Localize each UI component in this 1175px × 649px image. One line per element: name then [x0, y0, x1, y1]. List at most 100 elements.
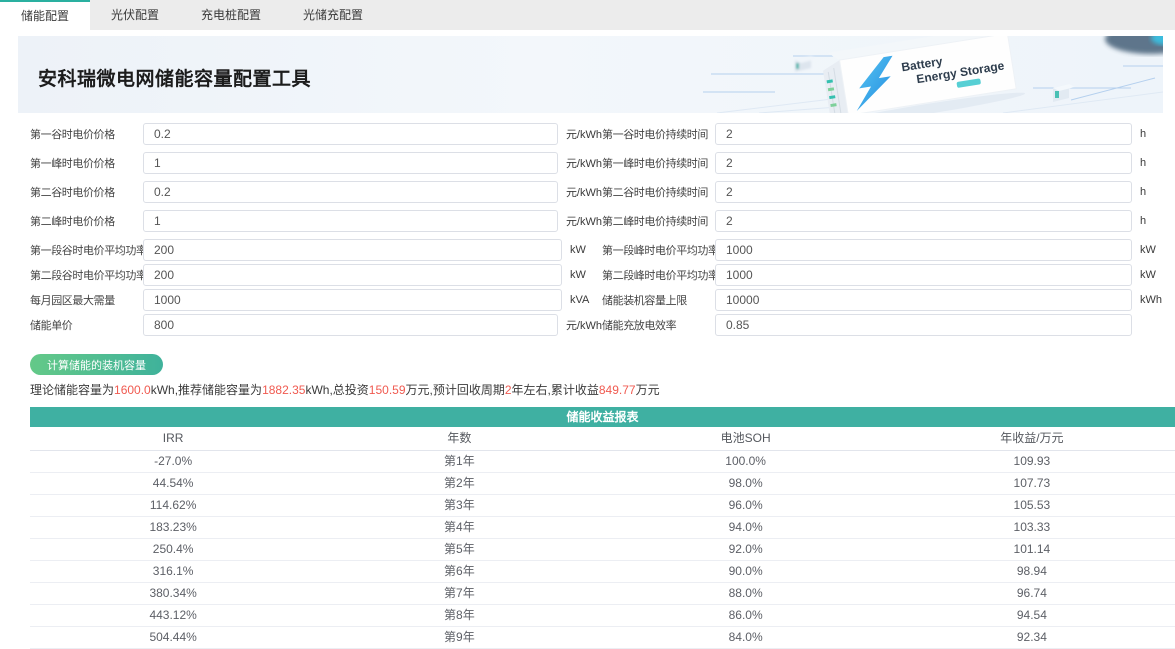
form-input[interactable] [715, 314, 1132, 336]
table-column-header: IRR [30, 427, 316, 450]
table-cell: 88.0% [603, 583, 889, 604]
table-column-header: 年数 [316, 427, 602, 450]
report-table: 储能收益报表 IRR年数电池SOH年收益/万元 -27.0%第1年100.0%1… [30, 407, 1175, 649]
table-cell: 105.53 [889, 495, 1175, 516]
result-value: 849.77 [599, 383, 636, 397]
table-cell: 第3年 [316, 495, 602, 516]
form-label: 第二峰时电价持续时间 [602, 213, 715, 229]
battery-storage-illustration: Battery Energy Storage [703, 36, 1163, 113]
result-text: 年左右,累计收益 [512, 383, 599, 397]
form-column-left: 第一谷时电价价格元/kWh第一峰时电价价格元/kWh第二谷时电价价格元/kWh第… [30, 123, 602, 339]
table-cell: 504.44% [30, 627, 316, 648]
table-row: 443.12%第8年86.0%94.54 [30, 605, 1175, 627]
table-cell: 84.0% [603, 627, 889, 648]
page-header: 安科瑞微电网储能容量配置工具 [18, 36, 1163, 113]
form-input[interactable] [143, 264, 562, 286]
table-row: 250.4%第5年92.0%101.14 [30, 539, 1175, 561]
result-value: 2 [505, 383, 512, 397]
form-label: 第二段峰时电价平均功率 [602, 267, 715, 283]
form-unit: kWh [1132, 294, 1172, 306]
table-column-header: 电池SOH [603, 427, 889, 450]
form-row: 第一段峰时电价平均功率kW [602, 239, 1172, 261]
form-input[interactable] [715, 264, 1132, 286]
form-row: 第一峰时电价价格 元/kWh [30, 152, 602, 174]
form-input[interactable] [143, 210, 558, 232]
table-cell: 第6年 [316, 561, 602, 582]
table-row: -27.0%第1年100.0%109.93 [30, 451, 1175, 473]
form-input[interactable] [715, 152, 1132, 174]
result-text: 万元,预计回收周期 [406, 383, 505, 397]
form-row: 储能充放电效率 [602, 314, 1172, 336]
table-row: 504.44%第9年84.0%92.34 [30, 627, 1175, 649]
form-input[interactable] [143, 239, 562, 261]
form-input[interactable] [715, 239, 1132, 261]
form-row: 第一谷时电价持续时间h [602, 123, 1172, 145]
calculation-result-text: 理论储能容量为1600.0kWh,推荐储能容量为1882.35kWh,总投资15… [30, 383, 1175, 397]
table-cell: 316.1% [30, 561, 316, 582]
form-unit: h [1132, 128, 1172, 140]
config-form: 第一谷时电价价格元/kWh第一峰时电价价格元/kWh第二谷时电价价格元/kWh第… [0, 113, 1175, 339]
form-label: 储能装机容量上限 [602, 292, 715, 308]
form-input[interactable] [143, 123, 558, 145]
table-body: -27.0%第1年100.0%109.9344.54%第2年98.0%107.7… [30, 451, 1175, 649]
tab-3[interactable]: 光储充配置 [282, 0, 384, 30]
form-unit: 元/kWh [558, 155, 602, 171]
form-unit: kW [562, 269, 602, 281]
table-cell: 103.33 [889, 517, 1175, 538]
table-cell: -27.0% [30, 451, 316, 472]
table-cell: 114.62% [30, 495, 316, 516]
form-unit: h [1132, 157, 1172, 169]
table-column-header: 年收益/万元 [889, 427, 1175, 450]
form-row: 每月园区最大需量kVA [30, 289, 602, 311]
result-value: 150.59 [369, 383, 406, 397]
battery-box: Battery Energy Storage [816, 36, 1025, 113]
form-unit: kVA [562, 294, 602, 306]
mini-cube-left [795, 56, 817, 72]
form-row: 第二段谷时电价平均功率kW [30, 264, 602, 286]
table-cell: 96.0% [603, 495, 889, 516]
table-row: 380.34%第7年88.0%96.74 [30, 583, 1175, 605]
result-value: 1882.35 [262, 383, 305, 397]
tab-2[interactable]: 充电桩配置 [180, 0, 282, 30]
form-unit: 元/kWh [558, 317, 602, 333]
form-input[interactable] [715, 210, 1132, 232]
tab-1[interactable]: 光伏配置 [90, 0, 180, 30]
form-unit: kW [1132, 244, 1172, 256]
form-column-right: 第一谷时电价持续时间h第一峰时电价持续时间h第二谷时电价持续时间h第二峰时电价持… [602, 123, 1172, 339]
table-cell: 第2年 [316, 473, 602, 494]
form-label: 第一段谷时电价平均功率 [30, 242, 143, 258]
form-input[interactable] [715, 181, 1132, 203]
form-input[interactable] [715, 289, 1132, 311]
table-cell: 第7年 [316, 583, 602, 604]
table-cell: 380.34% [30, 583, 316, 604]
table-cell: 98.94 [889, 561, 1175, 582]
table-cell: 109.93 [889, 451, 1175, 472]
table-row: 44.54%第2年98.0%107.73 [30, 473, 1175, 495]
form-unit: 元/kWh [558, 184, 602, 200]
form-row: 第二谷时电价持续时间h [602, 181, 1172, 203]
form-input[interactable] [143, 314, 558, 336]
table-header-row: IRR年数电池SOH年收益/万元 [30, 427, 1175, 451]
result-text: 理论储能容量为 [30, 383, 114, 397]
form-input[interactable] [143, 152, 558, 174]
form-label: 第二谷时电价价格 [30, 184, 143, 200]
table-cell: 250.4% [30, 539, 316, 560]
table-cell: 98.0% [603, 473, 889, 494]
form-row: 第二段峰时电价平均功率 kW [602, 264, 1172, 286]
calculate-capacity-button[interactable]: 计算储能的装机容量 [30, 354, 163, 375]
form-row: 第一谷时电价价格元/kWh [30, 123, 602, 145]
table-cell: 90.0% [603, 561, 889, 582]
form-row: 储能装机容量上限 kWh [602, 289, 1172, 311]
tab-0[interactable]: 储能配置 [0, 0, 90, 30]
form-input[interactable] [715, 123, 1132, 145]
form-label: 储能充放电效率 [602, 317, 715, 333]
form-label: 第一峰时电价价格 [30, 155, 143, 171]
form-unit: kW [1132, 269, 1172, 281]
table-cell: 183.23% [30, 517, 316, 538]
form-input[interactable] [143, 181, 558, 203]
form-input[interactable] [143, 289, 562, 311]
form-unit: h [1132, 186, 1172, 198]
table-cell: 第4年 [316, 517, 602, 538]
table-cell: 86.0% [603, 605, 889, 626]
table-row: 114.62%第3年96.0%105.53 [30, 495, 1175, 517]
